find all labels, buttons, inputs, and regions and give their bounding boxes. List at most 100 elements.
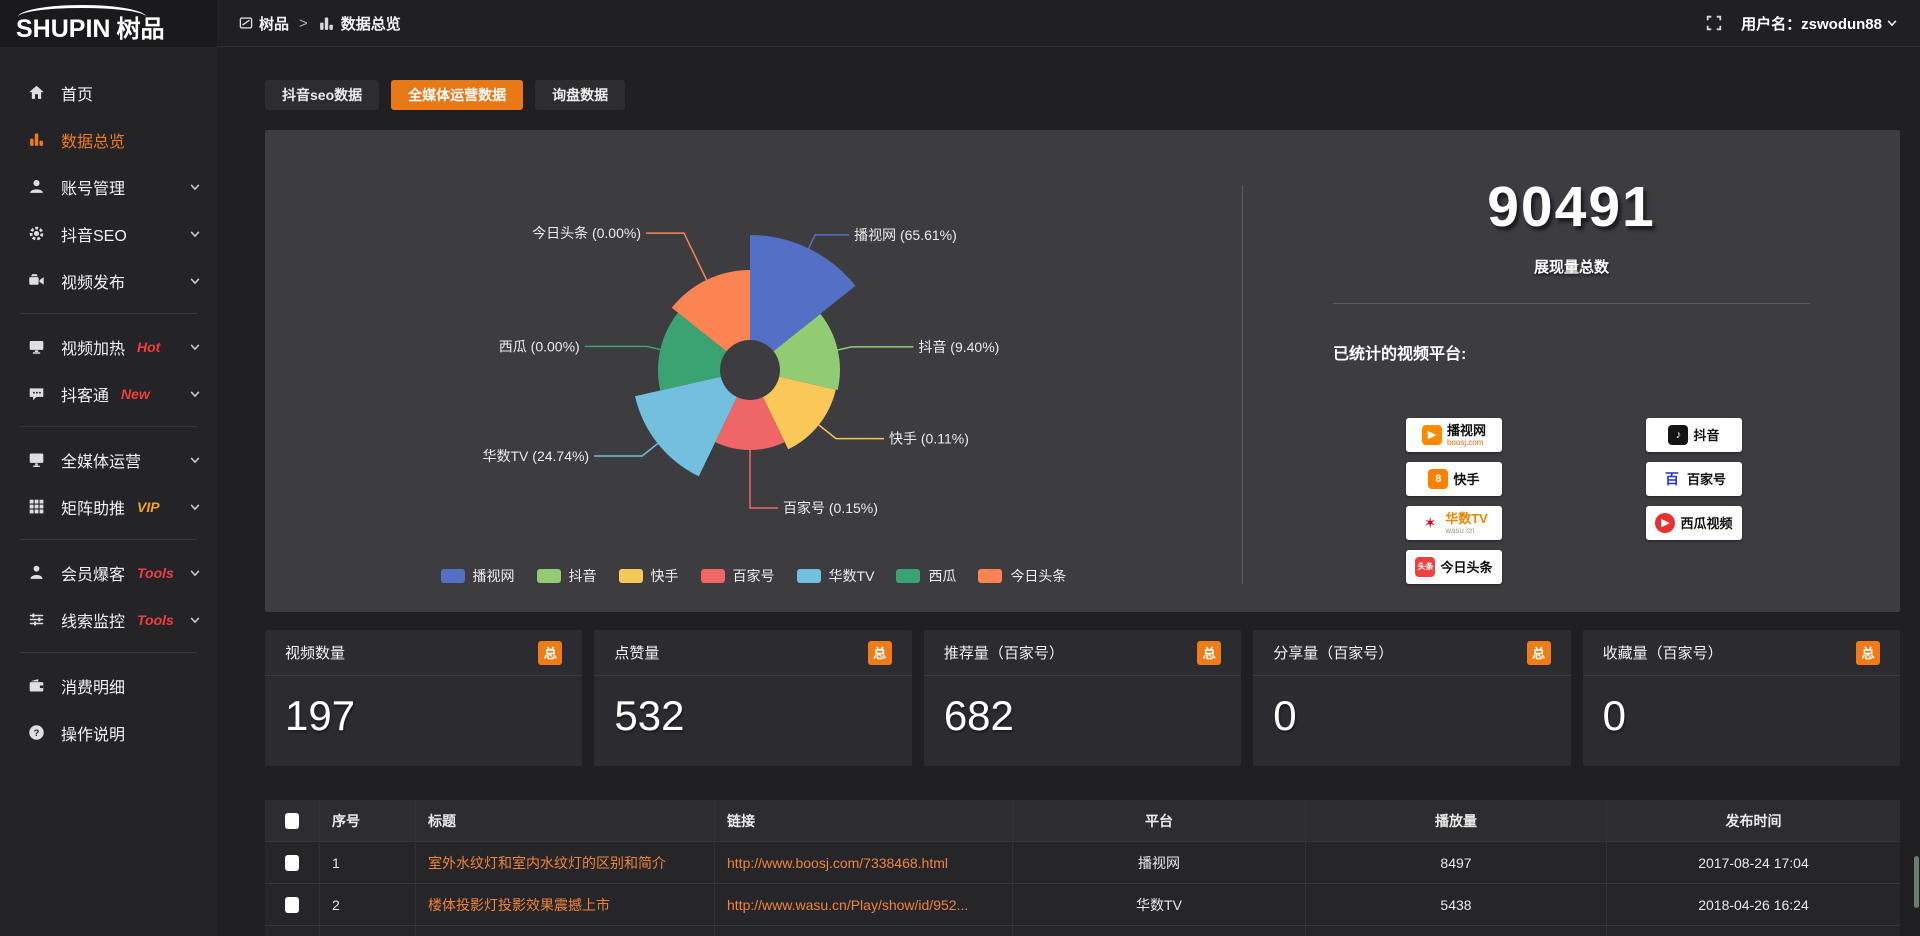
cell-index: 1	[319, 842, 415, 883]
stat-card-label: 收藏量（百家号）	[1603, 642, 1723, 663]
今日头条-logo-icon: 头条	[1415, 557, 1435, 577]
platform-badges-right: ♪抖音百百家号▶西瓜视频	[1646, 418, 1742, 540]
fullscreen-icon[interactable]	[1705, 14, 1723, 32]
total-badge: 总	[1527, 641, 1551, 665]
chevron-down-icon	[189, 181, 201, 193]
pie-label-line	[819, 425, 884, 439]
sidebar-item-消费明细[interactable]: 消费明细	[0, 662, 217, 709]
sidebar-item-矩阵助推[interactable]: 矩阵助推VIP	[0, 483, 217, 530]
chart-legend: 播视网 抖音 快手 百家号 华数TV 西瓜 今日头条	[265, 566, 1242, 586]
tab-询盘数据[interactable]: 询盘数据	[535, 80, 625, 110]
legend-label: 抖音	[569, 566, 597, 586]
cell-platform: 华数TV	[1012, 884, 1305, 925]
pie-label-今日头条: 今日头条 (0.00%)	[532, 225, 641, 241]
cell-time: 2018-04-26 16:24	[1606, 884, 1900, 925]
pie-label-line	[594, 444, 658, 456]
pie-label-line	[646, 233, 707, 280]
breadcrumb-item[interactable]: 树品	[239, 13, 289, 34]
sidebar-badge: Hot	[137, 339, 160, 355]
legend-item-西瓜[interactable]: 西瓜	[896, 566, 956, 586]
row-checkbox[interactable]	[285, 855, 299, 871]
platform-name: 百家号	[1687, 473, 1726, 486]
video-title-link[interactable]: 楼体投影灯投影效果震撼上市	[428, 895, 610, 915]
platform-badge-华数TV: ✶华数TVwasu.cn	[1406, 506, 1502, 540]
stat-card-value: 197	[265, 676, 582, 740]
sidebar-item-label: 操作说明	[61, 721, 125, 745]
pie-label-西瓜: 西瓜 (0.00%)	[499, 338, 580, 354]
stat-card-收藏量（百家号）: 收藏量（百家号）总0	[1583, 630, 1900, 766]
tab-全媒体运营数据[interactable]: 全媒体运营数据	[391, 80, 523, 110]
legend-item-百家号[interactable]: 百家号	[701, 566, 775, 586]
pie-slice-华数TV[interactable]	[635, 377, 737, 477]
stat-card-label: 分享量（百家号）	[1273, 642, 1393, 663]
sidebar-item-label: 抖客通	[61, 382, 109, 406]
select-all-checkbox[interactable]	[285, 813, 299, 829]
tab-抖音seo数据[interactable]: 抖音seo数据	[265, 80, 379, 110]
sidebar-item-视频发布[interactable]: 视频发布	[0, 257, 217, 304]
total-badge: 总	[1197, 641, 1221, 665]
legend-item-华数TV[interactable]: 华数TV	[797, 566, 875, 586]
cell-index: 2	[319, 884, 415, 925]
pie-label-line	[809, 235, 850, 249]
legend-item-快手[interactable]: 快手	[619, 566, 679, 586]
username-label: 用户名：zswodun88	[1741, 13, 1882, 34]
user-menu[interactable]: 用户名：zswodun88	[1741, 13, 1898, 34]
video-title-link[interactable]: 室外水纹灯和室内水纹灯的区别和简介	[428, 853, 666, 873]
sidebar-item-抖客通[interactable]: 抖客通New	[0, 370, 217, 417]
stat-card-value: 682	[924, 676, 1241, 740]
sidebar-item-label: 抖音SEO	[61, 222, 127, 246]
stat-card-label: 点赞量	[614, 642, 659, 663]
legend-label: 快手	[651, 566, 679, 586]
scrollbar-thumb[interactable]	[1914, 856, 1919, 908]
sidebar-item-数据总览[interactable]: 数据总览	[0, 116, 217, 163]
chat-icon	[26, 385, 46, 402]
video-url-link[interactable]: http://www.boosj.com/7338468.html	[727, 855, 948, 871]
sidebar-item-label: 视频加热	[61, 335, 125, 359]
member-icon	[26, 564, 46, 581]
breadcrumb: 树品>数据总览	[239, 13, 401, 34]
data-tabs: 抖音seo数据全媒体运营数据询盘数据	[265, 80, 1900, 110]
pie-label-line	[750, 450, 778, 508]
platform-name: 今日头条	[1440, 561, 1492, 574]
table-row: 1 室外水纹灯和室内水纹灯的区别和简介 http://www.boosj.com/7…	[265, 842, 1900, 884]
sidebar-item-会员爆客[interactable]: 会员爆客Tools	[0, 549, 217, 596]
legend-item-抖音[interactable]: 抖音	[537, 566, 597, 586]
legend-label: 华数TV	[829, 566, 875, 586]
播视网-logo-icon: ▶	[1422, 425, 1442, 445]
media-overview-panel: 播视网 (65.61%)抖音 (9.40%)快手 (0.11%)百家号 (0.1…	[265, 130, 1900, 612]
breadcrumb-label: 树品	[259, 13, 289, 34]
sidebar-item-线索监控[interactable]: 线索监控Tools	[0, 596, 217, 643]
sidebar-item-全媒体运营[interactable]: 全媒体运营	[0, 436, 217, 483]
legend-item-今日头条[interactable]: 今日头条	[978, 566, 1066, 586]
stat-card-分享量（百家号）: 分享量（百家号） 总 0	[1253, 630, 1570, 766]
total-impressions-label: 展现量总数	[1243, 256, 1900, 277]
legend-item-播视网[interactable]: 播视网	[441, 566, 515, 586]
col-header: 链接	[714, 800, 1012, 841]
sidebar-item-首页[interactable]: 首页	[0, 69, 217, 116]
grid-icon	[26, 498, 46, 515]
logo-brand-en: SHUPIN	[16, 17, 110, 42]
question-icon: ?	[26, 724, 46, 741]
chevron-down-icon	[189, 501, 201, 513]
breadcrumb-item[interactable]: 数据总览	[318, 13, 401, 34]
platform-badge-西瓜视频: ▶西瓜视频	[1646, 506, 1742, 540]
platform-badge-播视网: ▶播视网boosj.com	[1406, 418, 1502, 452]
sidebar-item-抖音SEO[interactable]: 抖音SEO	[0, 210, 217, 257]
table-header-row: 序号标题链接平台播放量发布时间	[265, 800, 1900, 842]
legend-label: 播视网	[473, 566, 515, 586]
sidebar-item-操作说明[interactable]: ? 操作说明	[0, 709, 217, 756]
col-header: 播放量	[1305, 800, 1606, 841]
display-icon	[26, 451, 46, 468]
stat-card-value: 0	[1253, 676, 1570, 740]
chevron-down-icon	[189, 228, 201, 240]
row-checkbox[interactable]	[285, 897, 299, 913]
sidebar-item-视频加热[interactable]: 视频加热 Hot	[0, 323, 217, 370]
sidebar-item-label: 视频发布	[61, 269, 125, 293]
platform-sub: wasu.cn	[1445, 527, 1474, 535]
sidebar-item-账号管理[interactable]: 账号管理	[0, 163, 217, 210]
video-url-link[interactable]: http://www.wasu.cn/Play/show/id/952...	[727, 897, 968, 913]
sidebar-divider	[20, 539, 197, 540]
logo-arc	[18, 5, 146, 17]
sidebar-item-label: 会员爆客	[61, 561, 125, 585]
stat-card-推荐量（百家号）: 推荐量（百家号）总682	[924, 630, 1241, 766]
